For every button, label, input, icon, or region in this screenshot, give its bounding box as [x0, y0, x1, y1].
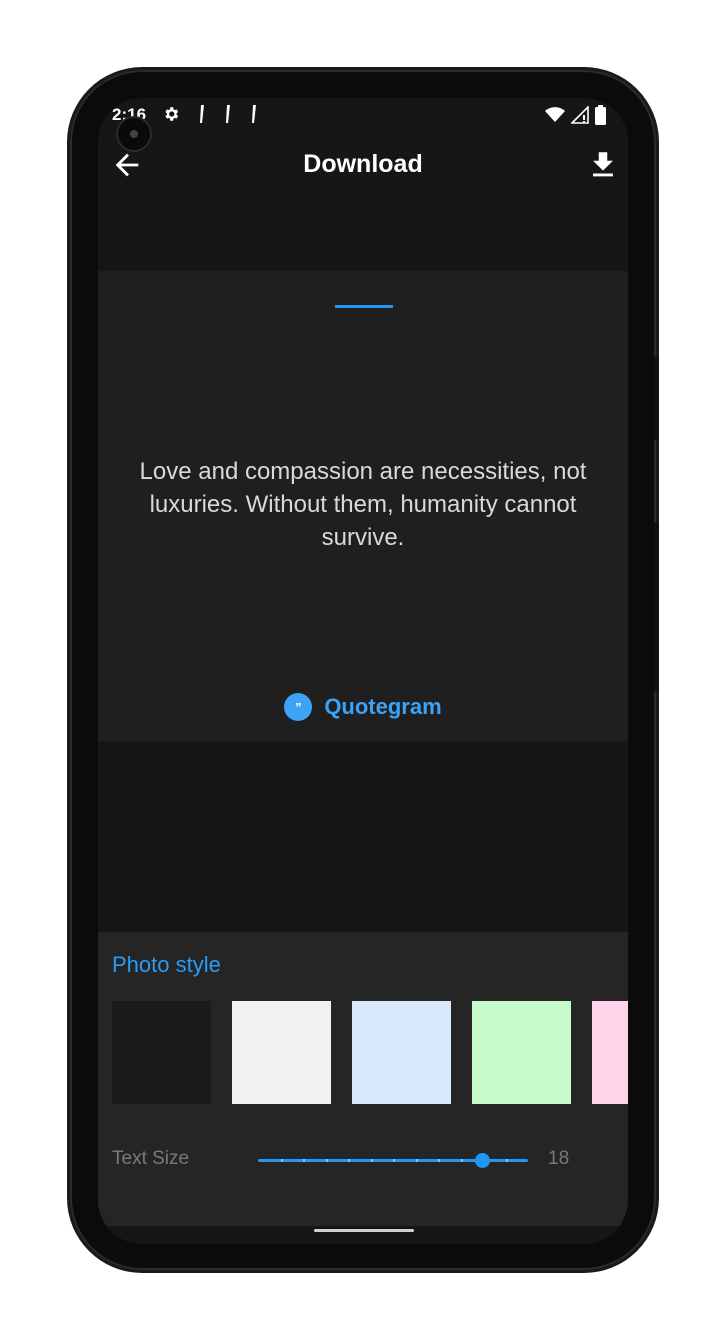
- app-bar: Download: [98, 138, 628, 194]
- brand-watermark: ” Quotegram: [98, 693, 628, 721]
- signal-icon: [570, 105, 589, 129]
- slider-tick: [303, 1159, 305, 1162]
- slider-tick: [438, 1159, 440, 1162]
- slider-tick: [506, 1159, 508, 1162]
- notification-icon: [224, 104, 232, 129]
- notification-icon: [250, 104, 258, 129]
- download-button[interactable]: [586, 148, 620, 182]
- photo-style-swatches: [112, 1001, 628, 1104]
- download-icon: [586, 152, 620, 186]
- text-size-value: 18: [548, 1148, 570, 1169]
- gear-icon: [162, 105, 180, 128]
- slider-tick: [416, 1159, 418, 1162]
- text-size-row: Text Size 18: [112, 1148, 612, 1174]
- quote-icon: ”: [284, 693, 313, 721]
- slider-tick: [461, 1159, 463, 1162]
- gesture-nav-handle[interactable]: [314, 1229, 414, 1232]
- slider-tick: [348, 1159, 350, 1162]
- photo-style-title: Photo style: [112, 952, 221, 977]
- style-controls-panel: Photo style Text Size 18: [98, 932, 628, 1226]
- photo-style-swatch[interactable]: [472, 1001, 571, 1104]
- brand-name: Quotegram: [324, 694, 442, 719]
- status-bar: 2:16: [98, 98, 628, 152]
- text-size-slider[interactable]: [258, 1148, 528, 1174]
- photo-style-swatch[interactable]: [592, 1001, 628, 1104]
- slider-tick: [393, 1159, 395, 1162]
- accent-line: [335, 305, 393, 308]
- screen: 2:16 Download Love and compassion are ne…: [98, 98, 628, 1244]
- battery-icon: [595, 105, 606, 130]
- status-system-icons: [545, 105, 606, 130]
- photo-style-swatch[interactable]: [232, 1001, 331, 1104]
- slider-tick: [326, 1159, 328, 1162]
- wifi-icon: [545, 107, 565, 128]
- text-size-label: Text Size: [112, 1148, 190, 1169]
- quote-text: Love and compassion are necessities, not…: [139, 458, 587, 551]
- status-notifications: [162, 104, 258, 129]
- power-button: [654, 356, 659, 440]
- photo-style-swatch[interactable]: [112, 1001, 211, 1104]
- slider-thumb[interactable]: [475, 1153, 490, 1168]
- photo-style-swatch[interactable]: [352, 1001, 451, 1104]
- volume-button: [654, 522, 659, 692]
- slider-tick: [281, 1159, 283, 1162]
- page-title: Download: [303, 150, 423, 178]
- quote-preview-card: Love and compassion are necessities, not…: [98, 271, 628, 741]
- notification-icon: [198, 104, 206, 129]
- slider-tick: [371, 1159, 373, 1162]
